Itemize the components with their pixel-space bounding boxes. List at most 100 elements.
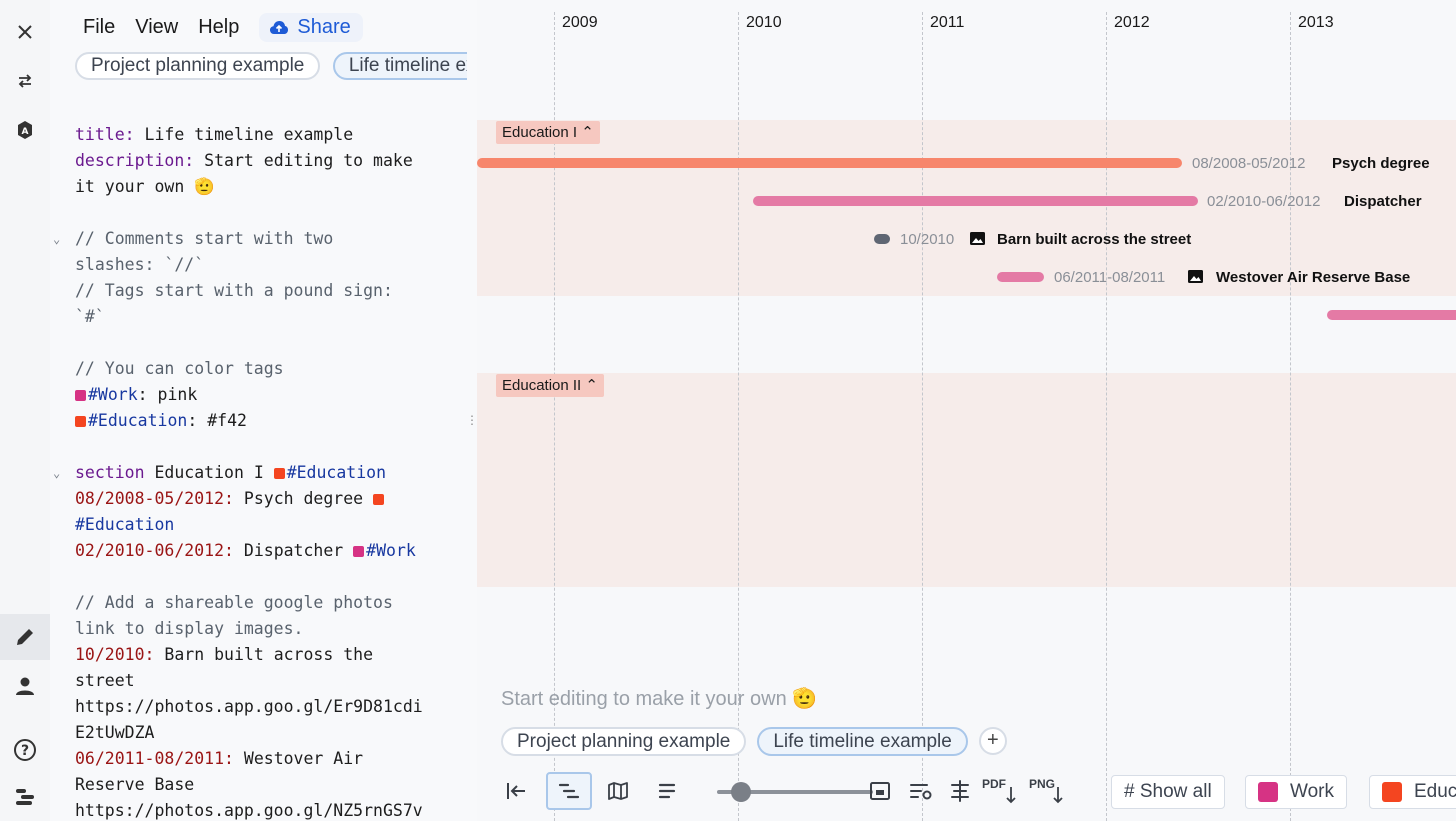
code-line: // Tags start with a pound sign: <box>75 278 470 304</box>
download-arrow-icon <box>1053 787 1063 804</box>
filter-list-icon <box>910 784 932 800</box>
section-label-education-ii[interactable]: Education II ⌃ <box>496 374 604 397</box>
code-editor[interactable]: title: Life timeline example description… <box>53 122 470 821</box>
tab-life-timeline[interactable]: Life timeline example <box>757 726 968 756</box>
code-line: // Add a shareable google photos <box>75 590 470 616</box>
tag-label: Education <box>1414 781 1456 802</box>
code-line: https://photos.app.goo.gl/Er9D81cdi <box>75 694 470 720</box>
zoom-slider-thumb[interactable] <box>731 782 751 802</box>
code-token: 06/2011-08/2011: <box>75 749 234 768</box>
code-line: 02/2010-06/2012: Dispatcher #Work <box>75 538 470 564</box>
section-label-education-i[interactable]: Education I ⌃ <box>496 121 600 144</box>
code-line: 10/2010: Barn built across the <box>75 642 470 668</box>
swap-icon <box>18 74 32 88</box>
doc-tab-life-timeline[interactable]: Life timeline example <box>332 52 467 80</box>
export-pdf-button[interactable]: PDF <box>977 772 1023 810</box>
tab-project-planning[interactable]: Project planning example <box>501 726 747 756</box>
code-token: `#` <box>75 307 105 326</box>
add-tab-button[interactable]: + <box>978 727 1007 755</box>
timeline-bars-icon <box>16 789 34 805</box>
list-view-button[interactable] <box>644 772 690 810</box>
code-token: section <box>75 463 145 482</box>
event-title[interactable]: Psych degree <box>1332 155 1430 172</box>
color-swatch-education <box>273 468 285 479</box>
minimap-toggle-button[interactable] <box>857 772 903 810</box>
code-token: // Add a shareable google photos <box>75 593 393 612</box>
code-line: 06/2011-08/2011: Westover Air <box>75 746 470 772</box>
swap-button[interactable] <box>0 58 50 104</box>
event-title[interactable]: Westover Air Reserve Base <box>1216 269 1410 286</box>
code-token: // Comments start with two <box>75 229 334 248</box>
color-swatch-education <box>373 494 385 505</box>
year-gridline <box>1106 12 1107 821</box>
section-background-education-ii <box>477 373 1456 587</box>
code-token: https://photos.app.goo.gl/Er9D81cdi <box>75 697 423 716</box>
align-center-icon <box>951 780 969 802</box>
code-line: `#` <box>75 304 470 330</box>
timeline-view: 2009 2010 2011 2012 2013 Education I ⌃ E… <box>477 0 1456 821</box>
year-gridline <box>922 12 923 821</box>
fold-chevron-icon[interactable]: ⌄ <box>53 226 60 252</box>
map-view-button[interactable] <box>595 772 641 810</box>
help-button[interactable]: ? <box>0 727 50 773</box>
close-button[interactable] <box>0 9 50 55</box>
code-token: title: <box>75 125 135 144</box>
text-lines-icon <box>658 783 676 799</box>
code-token: it your own 🫡 <box>75 177 215 196</box>
code-token: #Work <box>366 541 416 560</box>
event-bar-offscreen[interactable] <box>1327 310 1456 320</box>
tag-filter-work[interactable]: Work <box>1245 775 1347 809</box>
year-label: 2012 <box>1114 14 1150 31</box>
icon-rail: A ? <box>0 0 50 821</box>
doc-tab-project-planning[interactable]: Project planning example <box>75 52 321 80</box>
map-icon <box>608 782 628 800</box>
cloud-upload-icon <box>270 21 289 34</box>
menu-view[interactable]: View <box>135 16 178 39</box>
frame-icon <box>870 782 890 800</box>
code-token: 08/2008-05/2012: <box>75 489 234 508</box>
code-line: https://photos.app.goo.gl/NZ5rnGS7v <box>75 798 470 821</box>
tag-color-swatch <box>1382 782 1402 802</box>
event-title[interactable]: Dispatcher <box>1344 193 1422 210</box>
timeline-description: Start editing to make it your own 🫡 <box>501 688 818 710</box>
menu-help[interactable]: Help <box>198 16 239 39</box>
code-token: : #f42 <box>187 411 247 430</box>
event-date: 08/2008-05/2012 <box>1192 155 1306 172</box>
event-bar-westover[interactable] <box>997 272 1044 282</box>
account-button[interactable] <box>0 663 50 709</box>
code-line: it your own 🫡 <box>75 174 470 200</box>
edit-button[interactable] <box>0 614 50 660</box>
code-token: Reserve Base <box>75 775 195 794</box>
event-bar-psych-degree[interactable] <box>477 158 1182 168</box>
document-tabs: Project planning example Life timeline e… <box>75 52 467 82</box>
code-token: https://photos.app.goo.gl/NZ5rnGS7v <box>75 801 423 820</box>
share-button[interactable]: Share <box>259 12 363 42</box>
settings-button[interactable]: A <box>0 107 50 153</box>
fold-chevron-icon[interactable]: ⌄ <box>53 460 60 486</box>
color-swatch-education <box>75 416 86 427</box>
svg-text:?: ? <box>21 743 29 759</box>
menu-file[interactable]: File <box>83 16 115 39</box>
outline-view-button[interactable] <box>546 772 592 810</box>
tag-filter-education[interactable]: Education <box>1369 775 1456 809</box>
year-label: 2011 <box>930 14 965 31</box>
event-bar-dispatcher[interactable] <box>753 196 1198 206</box>
timeline-toolbar: PDF PNG # Show all Work Education <box>501 772 1456 812</box>
code-token: slashes: `//` <box>75 255 205 274</box>
code-token: 10/2010: <box>75 645 155 664</box>
event-title[interactable]: Barn built across the street <box>997 231 1191 248</box>
event-point-barn[interactable] <box>874 234 890 244</box>
color-swatch-work <box>75 390 86 401</box>
show-all-tags-button[interactable]: # Show all <box>1111 775 1225 809</box>
image-icon <box>1188 270 1203 283</box>
pane-resize-handle[interactable]: ⋮ <box>466 414 478 434</box>
arrow-left-bar-icon <box>507 783 525 799</box>
code-token: : pink <box>137 385 198 404</box>
jump-to-start-button[interactable] <box>493 772 539 810</box>
code-token: Dispatcher <box>233 541 354 560</box>
color-swatch-work <box>353 546 365 557</box>
export-png-button[interactable]: PNG <box>1024 772 1070 810</box>
timeline-outline-button[interactable] <box>0 774 50 820</box>
